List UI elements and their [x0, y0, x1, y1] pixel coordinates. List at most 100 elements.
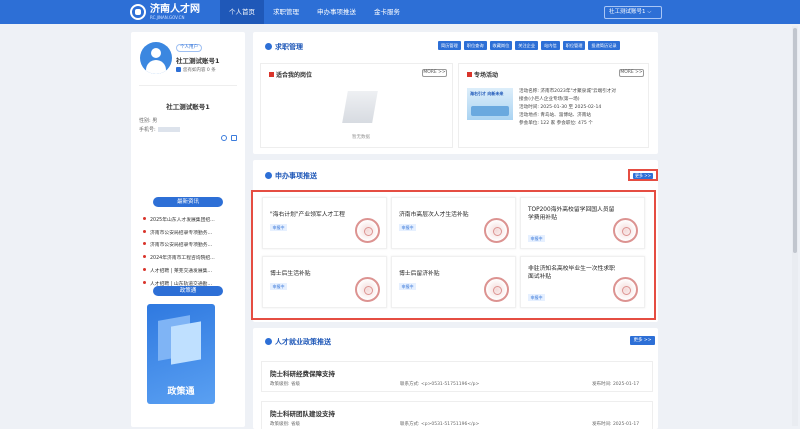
matter-card[interactable]: 非驻济知名高校毕业生一次性求职面试补贴 申报中	[520, 256, 645, 308]
phone-masked	[157, 127, 180, 132]
policy-push-title-text: 人才就业政策推送	[275, 338, 331, 346]
news-item[interactable]: 济南市公安局招录专项勤务...	[143, 228, 241, 241]
policy-contact: 联系方式: <p>0531-51751196</p>	[400, 422, 480, 427]
activity-image[interactable]: 海右引才 向新未来	[467, 88, 513, 120]
followed-companies-button[interactable]: 关注企业	[515, 41, 539, 50]
seal-icon	[613, 277, 638, 302]
matter-title: "海右计划"产业领军人才工程	[270, 212, 345, 218]
vip-info: 您有如内容 0 条	[176, 67, 216, 73]
matters-more-button[interactable]: 更多 >>	[628, 169, 658, 181]
messages-button[interactable]: 站内信	[541, 41, 560, 50]
gender-value: 男	[152, 118, 158, 124]
user-account-button[interactable]: 社工测试账号1 ⌵	[604, 6, 662, 19]
activity-line: 活动名称: 济南市2023年"才聚泉城"云端引才对	[519, 89, 617, 94]
matter-title: 博士后生活补贴	[270, 271, 311, 277]
suitable-jobs-card: 适合我的岗位 MORE >> 暂无数据	[260, 63, 453, 148]
activity-line: 活动时间: 2025-01-30 至 2025-02-14	[519, 105, 602, 110]
seal-icon	[484, 277, 509, 302]
status-badge: 申报中	[399, 224, 416, 231]
status-badge: 申报中	[528, 235, 545, 242]
special-activity-card: 专场活动 MORE >> 海右引才 向新未来 活动名称: 济南市2023年"才聚…	[458, 63, 649, 148]
application-history-button[interactable]: 投递简历记录	[588, 41, 620, 50]
news-item[interactable]: 济南市公安局招录专项勤务...	[143, 240, 241, 253]
news-list: 2025年山东人才发展集团招... 济南市公安局招录专项勤务... 济南市公安局…	[143, 215, 241, 291]
news-header: 最新资讯	[153, 197, 223, 207]
job-management-title-text: 求职管理	[275, 43, 303, 51]
promo-illustration-front	[171, 321, 201, 365]
special-activity-title: 专场活动	[467, 70, 498, 79]
policy-level: 政策级别: 省级	[270, 382, 300, 387]
activity-image-caption: 海右引才 向新未来	[470, 91, 504, 96]
empty-illustration	[342, 91, 378, 123]
policy-item[interactable]: 院士科研经费保障支持 政策级别: 省级 联系方式: <p>0531-517511…	[261, 361, 653, 392]
policy-title: 院士科研团队建设支持	[270, 410, 335, 418]
job-admin-button[interactable]: 职位管理	[562, 41, 586, 50]
profile-sidebar: 个人用户 社工测试账号1 您有如内容 0 条 社工测试账号1 性别: 男 手机号…	[131, 32, 245, 427]
vertical-scrollbar[interactable]	[792, 26, 798, 426]
status-badge: 申报中	[399, 283, 416, 290]
matter-title: TOP200海外高校留学回国人员留学费用补贴	[528, 207, 615, 221]
policy-item[interactable]: 院士科研团队建设支持 政策级别: 省级 联系方式: <p>0531-517511…	[261, 401, 653, 429]
edit-icon[interactable]	[231, 135, 237, 141]
logo-icon	[130, 4, 146, 20]
activity-more-button[interactable]: MORE >>	[619, 69, 644, 77]
nav-gold-card[interactable]: 金卡服务	[365, 0, 409, 24]
matter-card[interactable]: 济南市高层次人才生活补贴 申报中	[391, 197, 516, 249]
matters-more-label: 更多 >>	[633, 173, 653, 179]
flag-icon	[467, 72, 472, 77]
suitable-jobs-more-button[interactable]: MORE >>	[422, 69, 447, 77]
matter-card[interactable]: 博士后留济补贴 申报中	[391, 256, 516, 308]
saved-jobs-button[interactable]: 收藏岗位	[489, 41, 513, 50]
matter-card[interactable]: "海右计划"产业领军人才工程 申报中	[262, 197, 387, 249]
nav-personal-home[interactable]: 个人首页	[220, 0, 264, 24]
main-nav: 个人首页 求职管理 申办事项推送 金卡服务	[220, 0, 409, 24]
special-activity-title-text: 专场活动	[474, 72, 499, 79]
nav-job-management[interactable]: 求职管理	[264, 0, 308, 24]
person-icon	[265, 43, 272, 50]
avatar	[140, 42, 172, 74]
site-logo[interactable]: 济南人才网 RC.JINAN.GOV.CN	[130, 2, 200, 22]
divider	[139, 85, 237, 86]
matter-card[interactable]: 博士后生活补贴 申报中	[262, 256, 387, 308]
policy-header: 政策通	[153, 286, 223, 296]
briefcase-icon	[265, 172, 272, 179]
seal-icon	[355, 277, 380, 302]
list-icon	[269, 72, 274, 77]
resume-management-button[interactable]: 简历管理	[438, 41, 461, 50]
news-item[interactable]: 2025年山东人才发展集团招...	[143, 215, 241, 228]
job-management-title: 求职管理	[265, 42, 303, 52]
policy-contact: 联系方式: <p>0531-51751196</p>	[400, 382, 480, 387]
activity-line: 参会单位: 122 家 参会职位: 475 个	[519, 121, 593, 126]
job-search-button[interactable]: 职位查询	[463, 41, 487, 50]
policy-date: 发布时间: 2025-01-17	[592, 382, 640, 387]
vip-text: 您有如内容 0 条	[183, 68, 216, 73]
matter-title: 非驻济知名高校毕业生一次性求职面试补贴	[528, 266, 615, 280]
policy-level: 政策级别: 省级	[270, 422, 300, 427]
vip-icon	[176, 67, 181, 72]
policy-push-title: 人才就业政策推送	[265, 337, 331, 347]
policy-promo-banner[interactable]: 政策通	[147, 304, 215, 404]
seal-icon	[613, 218, 638, 243]
activity-line: 活动地点: 青岛站、淄博站、济南站	[519, 113, 591, 118]
seal-icon	[484, 218, 509, 243]
status-badge: 申报中	[270, 283, 287, 290]
logo-subtitle: RC.JINAN.GOV.CN	[150, 14, 185, 20]
logo-title: 济南人才网	[150, 3, 200, 15]
status-badge: 申报中	[270, 224, 287, 231]
refresh-icon[interactable]	[221, 135, 227, 141]
activity-details[interactable]: 活动名称: 济南市2023年"才聚泉城"云端引才对 接会(小巨人企业专场(第一场…	[519, 88, 654, 128]
phone-label: 手机号:	[139, 127, 156, 133]
matters-push-title: 申办事项推送	[265, 171, 317, 181]
policy-title: 院士科研经费保障支持	[270, 370, 335, 378]
user-type-tag: 个人用户	[176, 44, 202, 52]
news-item[interactable]: 2024年济南市工程咨询院招...	[143, 253, 241, 266]
scrollbar-thumb[interactable]	[793, 28, 797, 253]
matters-push-title-text: 申办事项推送	[275, 172, 317, 180]
news-item[interactable]: 人才招聘 | 莱芜交通发展集...	[143, 266, 241, 279]
policy-date: 发布时间: 2025-01-17	[592, 422, 640, 427]
gender-row: 性别: 男	[139, 117, 157, 124]
policy-more-button[interactable]: 更多 >>	[630, 336, 655, 345]
matter-title: 博士后留济补贴	[399, 271, 440, 277]
matter-card[interactable]: TOP200海外高校留学回国人员留学费用补贴 申报中	[520, 197, 645, 249]
nav-matters-push[interactable]: 申办事项推送	[308, 0, 365, 24]
